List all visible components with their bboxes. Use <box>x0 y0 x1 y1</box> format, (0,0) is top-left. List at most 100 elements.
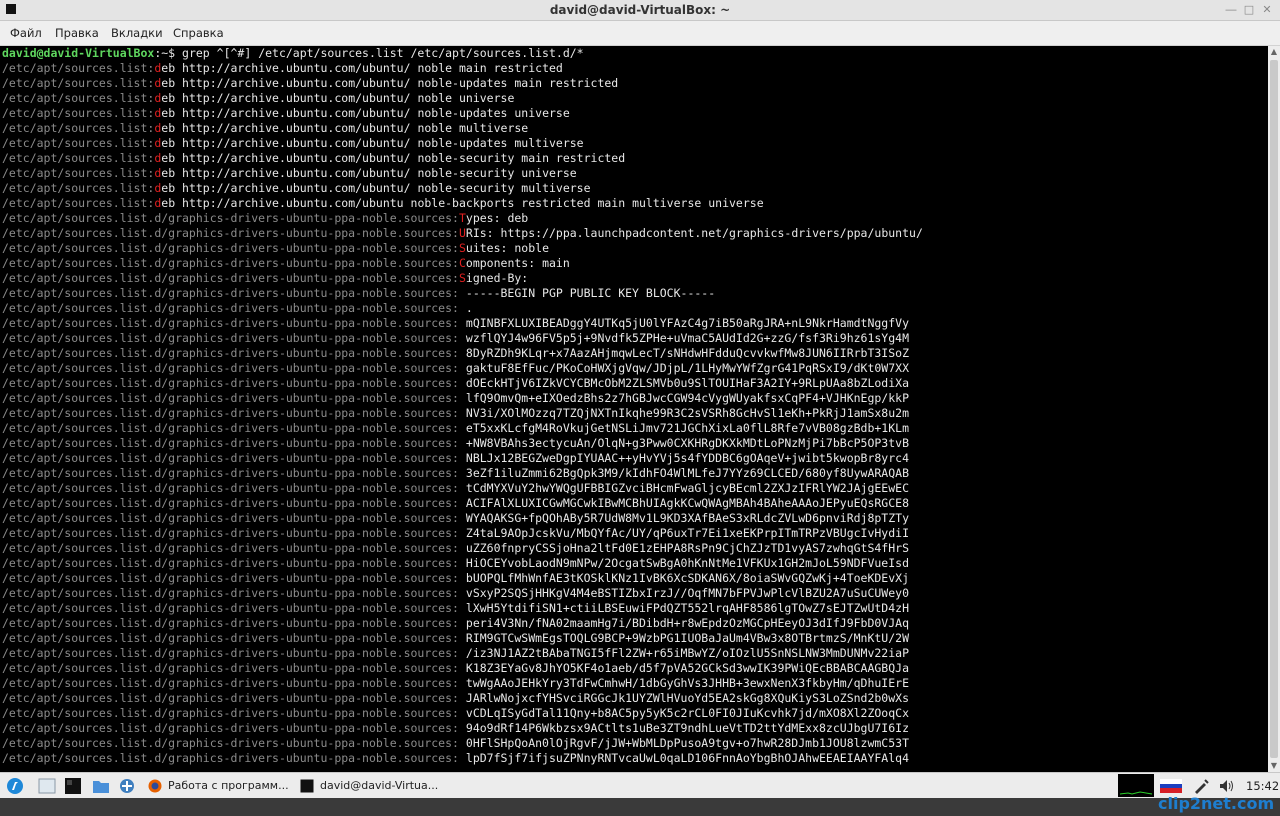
network-monitor-icon[interactable] <box>1118 774 1154 797</box>
output-line: /etc/apt/sources.list.d/graphics-drivers… <box>2 346 909 361</box>
file-path: /etc/apt/sources.list.d/graphics-drivers… <box>2 361 459 375</box>
file-path: /etc/apt/sources.list.d/graphics-drivers… <box>2 751 459 765</box>
line-text: eb http://archive.ubuntu.com/ubuntu/ nob… <box>161 166 577 180</box>
clock[interactable]: 15:42 <box>1246 779 1279 793</box>
line-text: JARlwNojxcfYHSvciRGGcJk1UYZWlHVuoYd5EA2s… <box>458 691 910 705</box>
prompt-user: david@david-VirtualBox <box>2 46 155 60</box>
match-highlight: T <box>458 211 466 225</box>
file-path: /etc/apt/sources.list.d/graphics-drivers… <box>2 601 459 615</box>
file-path: /etc/apt/sources.list.d/graphics-drivers… <box>2 511 459 525</box>
ru-flag-icon[interactable] <box>1160 779 1182 793</box>
output-line: /etc/apt/sources.list:deb http://archive… <box>2 61 563 76</box>
file-path: /etc/apt/sources.list.d/graphics-drivers… <box>2 421 459 435</box>
output-line: /etc/apt/sources.list.d/graphics-drivers… <box>2 451 909 466</box>
output-line: /etc/apt/sources.list.d/graphics-drivers… <box>2 286 715 301</box>
menu-help[interactable]: Справка <box>173 26 224 40</box>
line-text: lfQ9OmvQm+eIXOedzBhs2z7hGBJwcCGW94cVygWU… <box>458 391 910 405</box>
maximize-icon[interactable]: □ <box>1242 3 1256 17</box>
network-tools-icon[interactable] <box>118 777 136 795</box>
output-line: /etc/apt/sources.list.d/graphics-drivers… <box>2 436 909 451</box>
firefox-icon <box>148 779 162 793</box>
match-highlight: C <box>458 256 466 270</box>
menu-tabs[interactable]: Вкладки <box>111 26 163 40</box>
task-terminal[interactable]: david@david-Virtua... <box>296 775 446 797</box>
bottom-strip <box>0 798 1280 816</box>
output-line: /etc/apt/sources.list.d/graphics-drivers… <box>2 571 909 586</box>
terminal-scrollbar[interactable]: ▲ ▼ <box>1268 46 1280 772</box>
terminal-launcher-icon[interactable] <box>64 777 82 795</box>
menu-file[interactable]: Файл <box>10 26 42 40</box>
file-path: /etc/apt/sources.list.d/graphics-drivers… <box>2 676 459 690</box>
volume-icon[interactable] <box>1218 777 1236 795</box>
output-line: /etc/apt/sources.list.d/graphics-drivers… <box>2 421 909 436</box>
file-path: /etc/apt/sources.list: <box>2 166 155 180</box>
line-text: eT5xxKLcfgM4RoVkujGetNSLiJmv721JGChXixLa… <box>458 421 910 435</box>
file-path: /etc/apt/sources.list.d/graphics-drivers… <box>2 451 459 465</box>
output-line: /etc/apt/sources.list:deb http://archive… <box>2 196 764 211</box>
output-line: /etc/apt/sources.list.d/graphics-drivers… <box>2 736 909 751</box>
line-text: /iz3NJ1AZ2tBAbaTNGI5fFl2ZW+r65iMBwYZ/oIO… <box>458 646 910 660</box>
start-menu-icon[interactable] <box>6 777 24 795</box>
file-path: /etc/apt/sources.list.d/graphics-drivers… <box>2 556 459 570</box>
output-line: /etc/apt/sources.list.d/graphics-drivers… <box>2 601 909 616</box>
taskbar: Работа с программ... david@david-Virtua.… <box>0 772 1280 799</box>
line-text: . <box>458 301 473 315</box>
file-path: /etc/apt/sources.list.d/graphics-drivers… <box>2 541 459 555</box>
file-path: /etc/apt/sources.list.d/graphics-drivers… <box>2 241 459 255</box>
line-text: vSxyP2SQSjHHKgV4M4eBSTIZbxIrzJ//OqfMN7bF… <box>458 586 910 600</box>
minimize-icon[interactable]: ― <box>1224 3 1238 17</box>
task-firefox[interactable]: Работа с программ... <box>144 775 294 797</box>
terminal-icon <box>300 779 314 793</box>
command-line: david@david-VirtualBox:~$ grep ^[^#] /et… <box>2 46 584 61</box>
file-path: /etc/apt/sources.list.d/graphics-drivers… <box>2 316 459 330</box>
output-line: /etc/apt/sources.list.d/graphics-drivers… <box>2 751 909 766</box>
output-line: /etc/apt/sources.list.d/graphics-drivers… <box>2 676 909 691</box>
output-line: /etc/apt/sources.list:deb http://archive… <box>2 121 528 136</box>
task-terminal-label: david@david-Virtua... <box>320 779 439 792</box>
file-path: /etc/apt/sources.list: <box>2 91 155 105</box>
line-text: +NW8VBAhs3ectycuAn/OlqN+g3Pww0CXKHRgDKXk… <box>458 436 910 450</box>
line-text: 8DyRZDh9KLqr+x7AazAHjmqwLecT/sNHdwHFdduQ… <box>458 346 910 360</box>
file-path: /etc/apt/sources.list.d/graphics-drivers… <box>2 331 459 345</box>
match-highlight: U <box>458 226 466 240</box>
output-line: /etc/apt/sources.list:deb http://archive… <box>2 106 570 121</box>
line-text: dOEckHTjV6IZkVCYCBMcObM2ZLSMVb0u9SlTOUIH… <box>458 376 910 390</box>
output-line: /etc/apt/sources.list.d/graphics-drivers… <box>2 496 909 511</box>
line-text: NV3i/XOlMOzzq7TZQjNXTnIkqhe99R3C2sVSRh8G… <box>458 406 910 420</box>
pen-icon[interactable] <box>1192 777 1210 795</box>
prompt-suffix: :~$ <box>154 46 183 60</box>
output-line: /etc/apt/sources.list.d/graphics-drivers… <box>2 466 909 481</box>
scroll-up-icon[interactable]: ▲ <box>1268 46 1280 58</box>
line-text: eb http://archive.ubuntu.com/ubuntu/ nob… <box>161 136 584 150</box>
line-text: twWgAAoJEHkYry3TdFwCmhwH/1dbGyGhVs3JHHB+… <box>458 676 910 690</box>
file-path: /etc/apt/sources.list.d/graphics-drivers… <box>2 616 459 630</box>
output-line: /etc/apt/sources.list.d/graphics-drivers… <box>2 691 909 706</box>
terminal-output[interactable]: david@david-VirtualBox:~$ grep ^[^#] /et… <box>0 46 1268 772</box>
line-text: 0HFlSHpQoAn0lOjRgvF/jJW+WbMLDpPusoA9tgv+… <box>458 736 910 750</box>
line-text: lXwH5YtdifiSN1+ctiiLBSEuwiFPdQZT552lrqAH… <box>458 601 910 615</box>
file-path: /etc/apt/sources.list.d/graphics-drivers… <box>2 346 459 360</box>
window-titlebar[interactable]: david@david-VirtualBox: ~ ― □ ✕ <box>0 0 1280 21</box>
output-line: /etc/apt/sources.list:deb http://archive… <box>2 181 591 196</box>
file-path: /etc/apt/sources.list.d/graphics-drivers… <box>2 466 459 480</box>
output-line: /etc/apt/sources.list:deb http://archive… <box>2 136 584 151</box>
scrollbar-thumb[interactable] <box>1270 60 1278 758</box>
line-text: eb http://archive.ubuntu.com/ubuntu/ nob… <box>161 61 563 75</box>
output-line: /etc/apt/sources.list.d/graphics-drivers… <box>2 661 909 676</box>
line-text: eb http://archive.ubuntu.com/ubuntu/ nob… <box>161 106 570 120</box>
menu-bar: Файл Правка Вкладки Справка <box>0 21 1280 46</box>
file-manager-icon[interactable] <box>92 777 110 795</box>
file-path: /etc/apt/sources.list.d/graphics-drivers… <box>2 496 459 510</box>
line-text: tCdMYXVuY2hwYWQgUFBBIGZvciBHcmFwaGljcyBE… <box>458 481 910 495</box>
line-text: uZZ60fnpryCSSjoHna2ltFd0E1zEHPA8RsPn9CjC… <box>458 541 910 555</box>
scroll-down-icon[interactable]: ▼ <box>1268 760 1280 772</box>
show-desktop-icon[interactable] <box>38 777 56 795</box>
line-text: RIM9GTCwSWmEgsTOQLG9BCP+9WzbPG1IUOBaJaUm… <box>458 631 910 645</box>
line-text: omponents: main <box>465 256 570 270</box>
file-path: /etc/apt/sources.list.d/graphics-drivers… <box>2 736 459 750</box>
output-line: /etc/apt/sources.list.d/graphics-drivers… <box>2 631 909 646</box>
close-icon[interactable]: ✕ <box>1260 3 1274 17</box>
file-path: /etc/apt/sources.list.d/graphics-drivers… <box>2 646 459 660</box>
output-line: /etc/apt/sources.list.d/graphics-drivers… <box>2 706 909 721</box>
menu-edit[interactable]: Правка <box>55 26 99 40</box>
